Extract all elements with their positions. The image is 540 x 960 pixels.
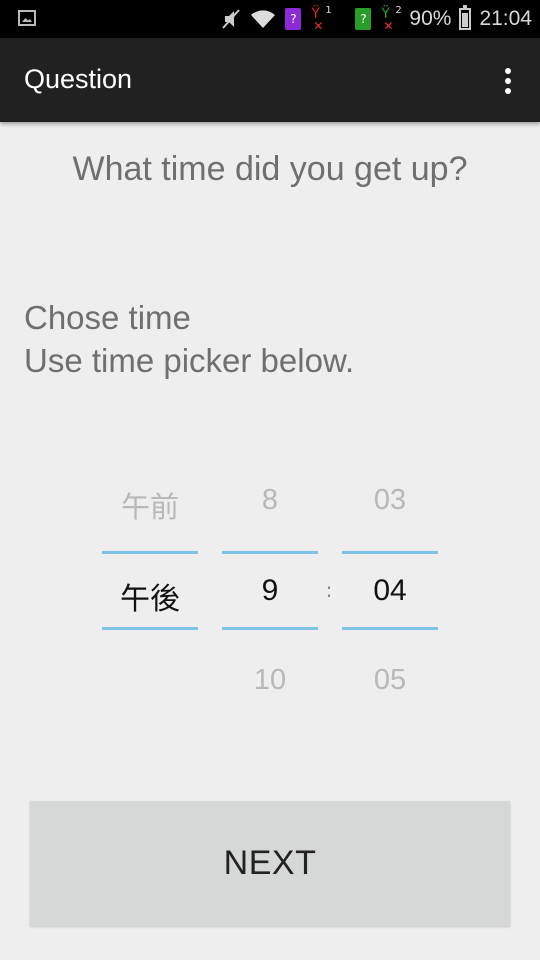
overflow-menu-icon[interactable]: [502, 68, 514, 94]
ampm-prev[interactable]: 午前: [102, 484, 198, 526]
minute-next[interactable]: 05: [342, 664, 438, 697]
mute-icon: [221, 8, 241, 30]
battery-icon: [459, 5, 472, 30]
clock: 21:04: [479, 7, 532, 30]
next-button[interactable]: NEXT: [30, 801, 510, 926]
sim1-icon: ?: [285, 8, 302, 30]
sim2-slot-number: 2: [395, 5, 402, 16]
sim2-icon: ?: [355, 8, 372, 30]
time-separator: :: [325, 578, 333, 602]
time-picker[interactable]: 午前 午後 8 9 10 : 03 04 05: [102, 474, 438, 714]
ampm-current[interactable]: 午後: [102, 574, 198, 618]
hour-current[interactable]: 9: [222, 574, 318, 608]
hour-next[interactable]: 10: [222, 664, 318, 697]
question-text: What time did you get up?: [72, 150, 468, 188]
signal1-icon: Ϋ ✕ 1: [311, 5, 332, 33]
status-bar: ? Ϋ ✕ 1 ? Ϋ ✕ 2 90% 21:04: [0, 0, 540, 38]
picker-divider: [102, 627, 198, 630]
sim1-slot-number: 1: [325, 5, 332, 16]
minute-prev[interactable]: 03: [342, 484, 438, 517]
instruction-line-1: Chose time: [24, 299, 191, 336]
minute-current[interactable]: 04: [342, 574, 438, 608]
picker-divider: [342, 627, 438, 630]
picker-divider: [102, 551, 198, 554]
battery-percent: 90%: [409, 7, 452, 30]
minute-spinner[interactable]: 03 04 05: [342, 474, 438, 714]
hour-spinner[interactable]: 8 9 10: [222, 474, 318, 714]
hour-prev[interactable]: 8: [222, 484, 318, 517]
instruction-line-2: Use time picker below.: [24, 342, 355, 379]
action-bar-title: Question: [24, 64, 133, 94]
picker-divider: [342, 551, 438, 554]
ampm-spinner[interactable]: 午前 午後: [102, 474, 198, 714]
action-bar: Question: [0, 38, 540, 122]
signal2-icon: Ϋ ✕ 2: [381, 5, 402, 33]
picker-divider: [222, 551, 318, 554]
instructions: Chose time Use time picker below.: [24, 296, 354, 382]
image-notification-icon: [18, 10, 36, 26]
wifi-icon: [249, 8, 277, 30]
picker-divider: [222, 627, 318, 630]
status-icons: ? Ϋ ✕ 1 ? Ϋ ✕ 2 90% 21:04: [221, 0, 532, 38]
